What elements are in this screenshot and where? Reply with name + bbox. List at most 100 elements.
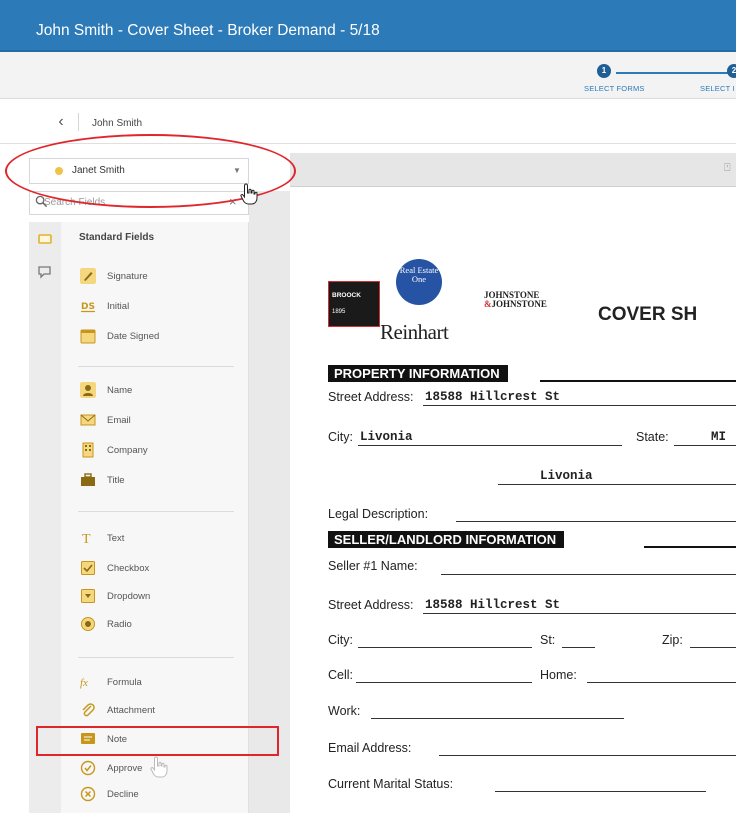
field-label: Signature — [107, 271, 148, 282]
street-address-value[interactable]: 18588 Hillcrest St — [425, 390, 560, 404]
seller-st-line — [562, 647, 595, 648]
document-title: COVER SH — [598, 304, 698, 325]
step-1-dot[interactable]: 1 — [597, 64, 611, 78]
email-address-label: Email Address: — [328, 741, 412, 755]
seller-street-line — [423, 613, 736, 614]
step-2-dot[interactable]: 2 — [727, 64, 736, 78]
step-connector — [616, 72, 732, 74]
seller-street-label: Street Address: — [328, 598, 414, 612]
home-line — [587, 682, 736, 683]
field-label: Dropdown — [107, 591, 151, 602]
broock-logo: BROOCK 1895 — [328, 281, 380, 327]
envelope-icon — [80, 414, 96, 426]
comment-tab-icon[interactable] — [37, 264, 53, 280]
seller-section-heading: SELLER/LANDLORD INFORMATION — [328, 531, 565, 548]
check-circle-icon — [80, 760, 96, 776]
cell-line — [356, 682, 532, 683]
seller-street-value[interactable]: 18588 Hillcrest St — [425, 598, 560, 612]
work-label: Work: — [328, 704, 361, 718]
cell-label: Cell: — [328, 668, 354, 682]
property-section-heading: PROPERTY INFORMATION — [328, 365, 508, 382]
step-2-label[interactable]: SELECT I — [700, 84, 735, 93]
seller-name-line — [441, 574, 736, 575]
group-divider — [78, 657, 234, 658]
johnstone-logo: JOHNSTONE &JOHNSTONE — [484, 291, 547, 309]
field-label: Name — [107, 385, 133, 396]
township-line — [498, 484, 736, 485]
field-label: Text — [107, 533, 125, 544]
work-line — [371, 718, 624, 719]
seller-st-label: St: — [540, 633, 556, 647]
toolbar-action-icon[interactable]: ⍞ — [724, 162, 731, 175]
state-label: State: — [636, 430, 669, 444]
legal-description-line — [456, 521, 736, 522]
johnstone-logo-amp: & — [484, 299, 492, 309]
ds-icon: DS — [81, 302, 95, 313]
field-label: Email — [107, 415, 131, 426]
marital-status-label: Current Marital Status: — [328, 777, 454, 791]
person-icon — [80, 382, 96, 398]
breadcrumb-divider — [78, 113, 79, 131]
real-estate-one-logo-text: Real Estate One — [399, 265, 439, 284]
standard-fields-header: Standard Fields — [79, 232, 155, 243]
field-label: Checkbox — [107, 563, 150, 574]
fields-tab-icon[interactable] — [37, 231, 53, 247]
field-label: Attachment — [107, 705, 156, 716]
window-title-bar: John Smith - Cover Sheet - Broker Demand… — [0, 0, 736, 52]
broock-logo-year: 1895 — [332, 309, 346, 315]
state-value[interactable]: MI — [711, 430, 726, 444]
radio-icon — [81, 617, 95, 631]
svg-text:fx: fx — [80, 677, 88, 689]
svg-text:DS: DS — [81, 302, 95, 312]
building-icon — [82, 442, 94, 458]
street-address-line — [423, 405, 736, 406]
state-line — [674, 445, 736, 446]
back-button[interactable]: ‹ — [51, 112, 71, 132]
field-label: Company — [107, 445, 148, 456]
legal-description-label: Legal Description: — [328, 507, 429, 521]
field-label: Radio — [107, 619, 132, 630]
township-value[interactable]: Livonia — [540, 469, 593, 483]
group-divider — [78, 366, 234, 367]
city-line — [358, 445, 622, 446]
group-divider — [78, 511, 234, 512]
paperclip-icon — [82, 703, 95, 717]
seller-zip-label: Zip: — [662, 633, 683, 647]
checkbox-icon — [81, 561, 95, 575]
real-estate-one-logo: Real Estate One — [396, 259, 442, 305]
highlight-rectangle — [36, 726, 279, 756]
section-rule — [644, 546, 736, 548]
section-rule — [540, 380, 736, 382]
document-toolbar — [290, 153, 736, 187]
broock-logo-text: BROOCK — [332, 292, 361, 299]
email-address-line — [439, 755, 736, 756]
seller-zip-line — [690, 647, 736, 648]
field-label: Date Signed — [107, 331, 160, 342]
svg-text:T: T — [82, 532, 91, 546]
street-address-label: Street Address: — [328, 390, 414, 404]
hand-cursor-icon — [150, 756, 168, 778]
hand-cursor-icon — [240, 183, 258, 205]
seller-city-line — [358, 647, 532, 648]
field-label: Formula — [107, 677, 142, 688]
city-value[interactable]: Livonia — [360, 430, 413, 444]
calendar-icon — [80, 329, 96, 344]
home-label: Home: — [540, 668, 577, 682]
marital-status-line — [495, 791, 706, 792]
seller-name-label: Seller #1 Name: — [328, 559, 418, 573]
reinhart-logo: Reinhart — [380, 320, 449, 344]
city-label: City: — [328, 430, 353, 444]
fx-icon: fx — [80, 677, 88, 689]
field-label: Decline — [107, 789, 139, 800]
briefcase-icon — [81, 473, 95, 486]
field-label: Title — [107, 475, 125, 486]
step-1-label[interactable]: SELECT FORMS — [584, 84, 645, 93]
text-icon: T — [82, 532, 91, 546]
sidebar-icon-rail — [29, 222, 61, 813]
window-title: John Smith - Cover Sheet - Broker Demand… — [36, 22, 380, 39]
document-gutter — [249, 191, 290, 813]
pen-icon — [80, 268, 96, 284]
breadcrumb-contact-name[interactable]: John Smith — [92, 118, 142, 129]
johnstone-logo-bottom: JOHNSTONE — [491, 299, 547, 309]
x-circle-icon — [80, 786, 96, 802]
